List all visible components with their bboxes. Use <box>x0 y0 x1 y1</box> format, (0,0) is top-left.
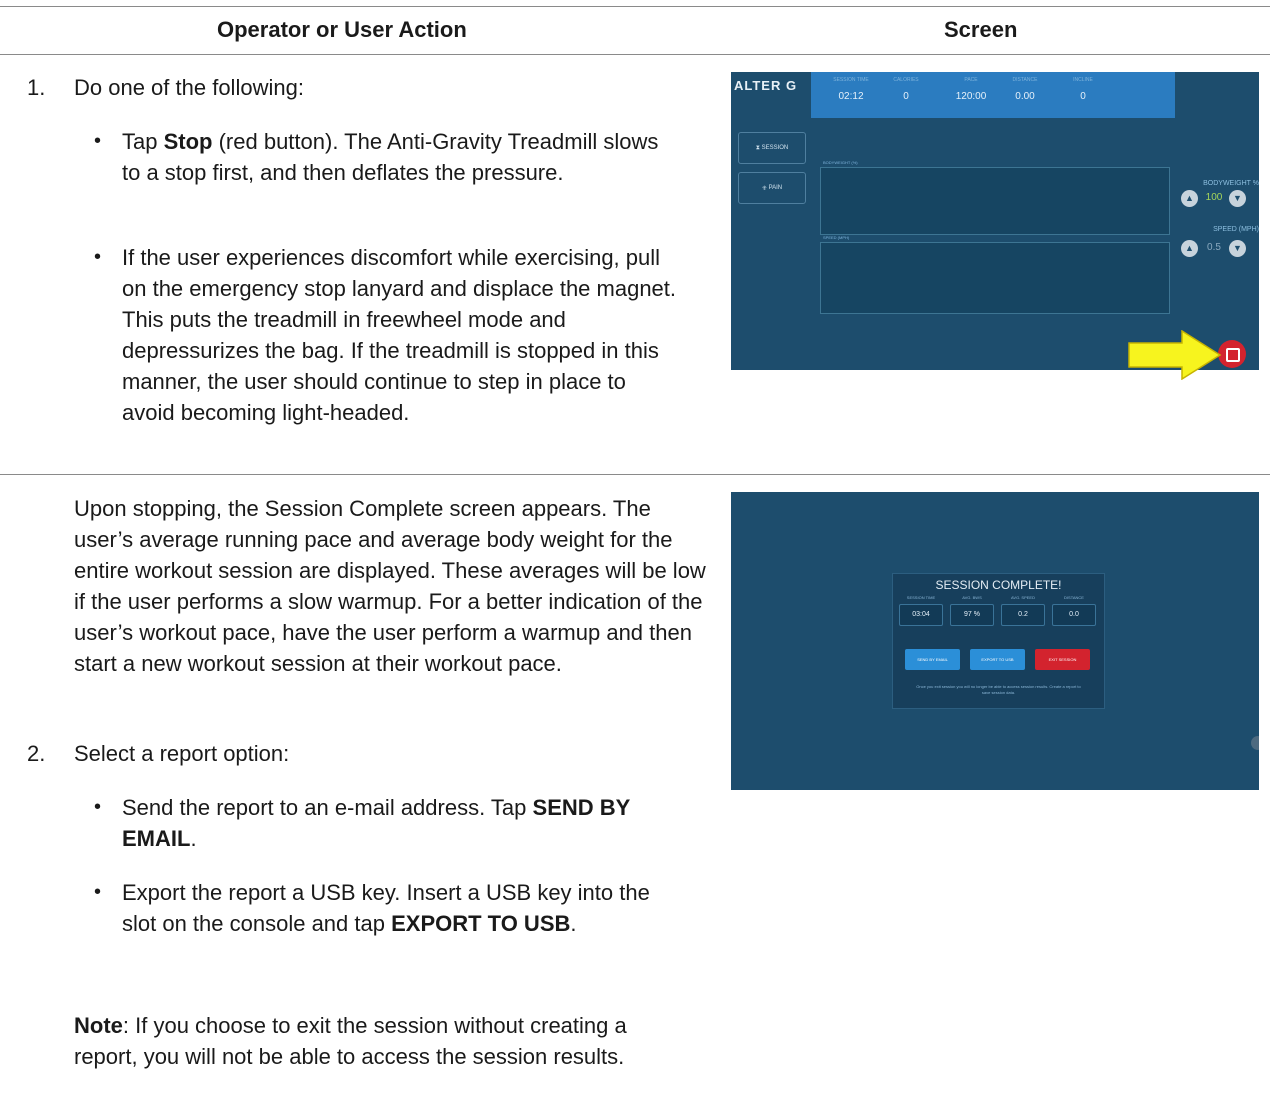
speed-control: ▲ 0.5 ▼ <box>1181 238 1259 260</box>
bullet-send-email: Send the report to an e-mail address. Ta… <box>122 795 630 851</box>
header-action: Operator or User Action <box>217 17 467 42</box>
bullet-emergency-stop: If the user experiences discomfort while… <box>122 245 677 425</box>
edge-button[interactable] <box>1251 736 1259 750</box>
stat-distance: DISTANCE 0.00 <box>1012 77 1038 102</box>
exit-session-button[interactable]: EXIT SESSION <box>1035 649 1090 670</box>
summary-avg-speed: AVG. SPEED 0.2 <box>1001 595 1045 626</box>
header-rule <box>0 54 1270 55</box>
stop-button[interactable] <box>1218 340 1246 368</box>
stats-bar: SESSION TIME 02:12 CALORIES 0 PACE 120:00 D… <box>811 72 1175 118</box>
bodyweight-plot: BODYWEIGHT (%) <box>820 160 1170 235</box>
stat-calories: CALORIES 0 <box>893 77 919 102</box>
treadmill-running-screen: ALTER G SESSION TIME 02:12 CALORIES 0 PACE… <box>731 72 1259 370</box>
speed-down-icon[interactable]: ▼ <box>1229 240 1246 257</box>
pain-button[interactable]: ⁜ PAIN <box>738 172 806 204</box>
speed-value: 0.5 <box>1207 242 1221 253</box>
bullet-dot: • <box>94 881 102 903</box>
stat-session-time: SESSION TIME 02:12 <box>833 77 869 102</box>
summary-avg-bws: AVG. BWS 97 % <box>950 595 994 626</box>
step-2-text: Select a report option: <box>74 741 290 766</box>
session-complete-screen: SESSION COMPLETE! SESSION TIME 03:04 AVG.… <box>731 492 1259 790</box>
step-1-text: Do one of the following: <box>74 75 304 100</box>
stat-pace: PACE 120:00 <box>955 77 987 102</box>
export-to-usb-bold: EXPORT TO USB <box>391 911 571 936</box>
note-paragraph: Note: If you choose to exit the session … <box>74 1013 627 1069</box>
yellow-arrow-icon <box>1128 330 1222 380</box>
bullet-dot: • <box>94 130 102 152</box>
session-complete-dialog: SESSION COMPLETE! SESSION TIME 03:04 AVG.… <box>892 573 1105 709</box>
bodyweight-value: 100 <box>1205 192 1223 203</box>
bodyweight-control: ▲ 100 ▼ <box>1181 188 1259 210</box>
bullet-dot: • <box>94 246 102 268</box>
speed-up-icon[interactable]: ▲ <box>1181 240 1198 257</box>
bullet-export-usb: Export the report a USB key. Insert a US… <box>122 880 650 936</box>
table-top-rule <box>0 6 1270 7</box>
step-number-2: 2. <box>27 741 46 766</box>
bullet-tap-stop: Tap Stop (red button). The Anti-Gravity … <box>122 129 659 185</box>
summary-distance: DISTANCE 0.0 <box>1052 595 1096 626</box>
note-label: Note <box>74 1013 123 1038</box>
step-number-1: 1. <box>27 75 46 100</box>
bullet-dot: • <box>94 796 102 818</box>
bodyweight-label: BODYWEIGHT % <box>1203 180 1259 187</box>
pain-icon: ⁜ <box>761 185 769 192</box>
session-complete-intro: Upon stopping, the Session Complete scre… <box>74 496 706 676</box>
speed-label: SPEED (MPH) <box>1213 226 1259 233</box>
summary-session-time: SESSION TIME 03:04 <box>899 595 943 626</box>
bodyweight-up-icon[interactable]: ▲ <box>1181 190 1198 207</box>
stop-bold: Stop <box>163 129 213 154</box>
alterg-logo: ALTER G <box>734 78 798 93</box>
dialog-title: SESSION COMPLETE! <box>935 578 1062 592</box>
dialog-footer-note: Once you exit session you will no longer… <box>916 684 1081 695</box>
send-by-email-button[interactable]: SEND BY EMAIL <box>905 649 960 670</box>
session-button[interactable]: ⧗ SESSION <box>738 132 806 164</box>
stat-incline: INCLINE 0 <box>1073 77 1093 102</box>
header-screen: Screen <box>944 17 1018 42</box>
stop-icon <box>1226 348 1240 362</box>
export-to-usb-button[interactable]: EXPORT TO USB <box>970 649 1025 670</box>
bodyweight-down-icon[interactable]: ▼ <box>1229 190 1246 207</box>
speed-plot: SPEED (MPH) <box>820 235 1170 314</box>
row-divider <box>0 474 1270 475</box>
